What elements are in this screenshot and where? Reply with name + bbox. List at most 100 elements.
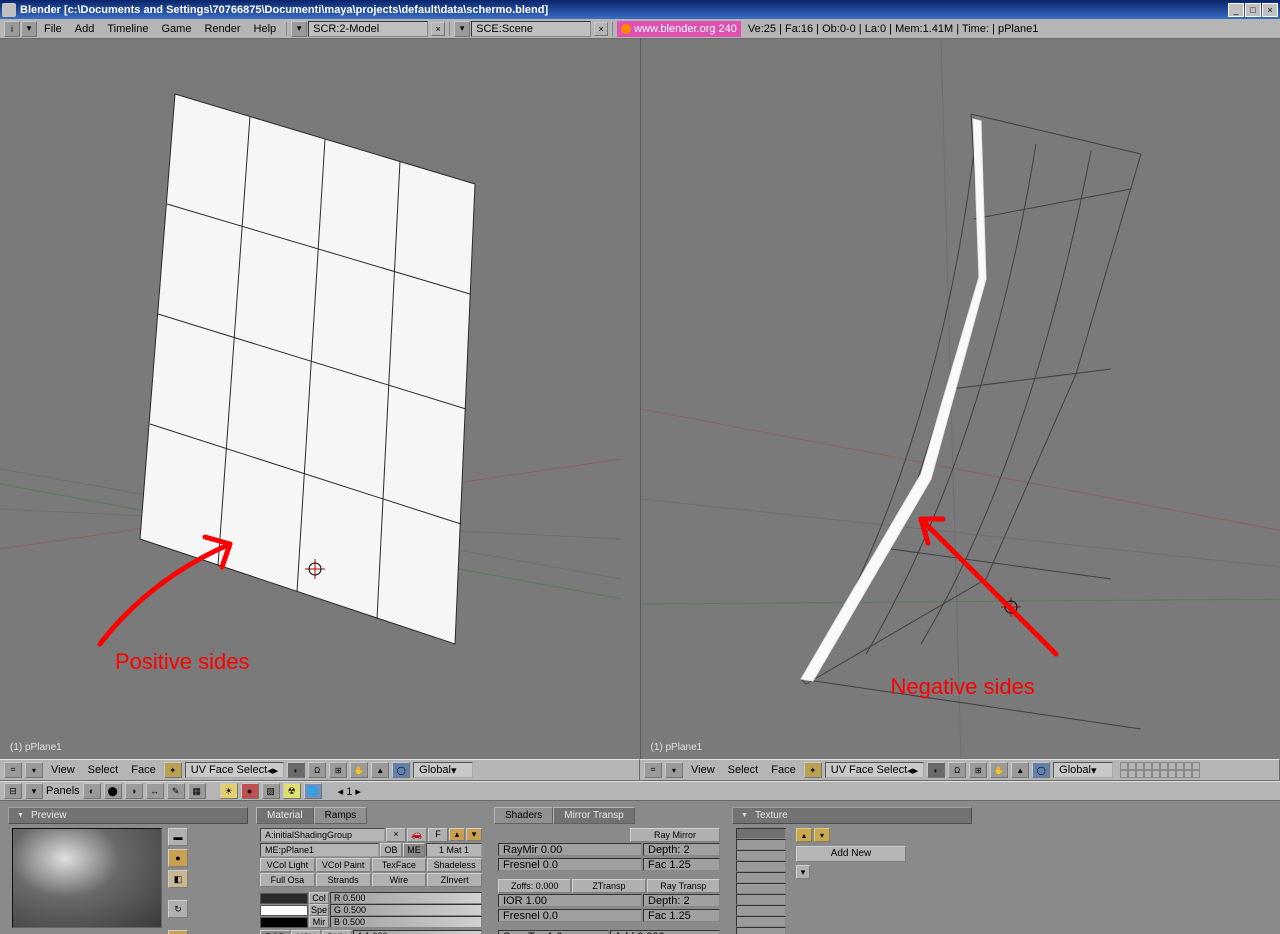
preview-osa-button[interactable]: ☀	[168, 930, 188, 934]
manipulator-rotate-icon[interactable]: ◯	[392, 762, 410, 778]
info-icon[interactable]: i	[4, 21, 20, 37]
chevron-down-icon[interactable]: ▾	[25, 762, 43, 778]
vcol-light-button[interactable]: VCol Light	[260, 858, 315, 872]
tab-mirror-transp[interactable]: Mirror Transp	[553, 807, 634, 824]
mat-count[interactable]: 1 Mat 1	[426, 843, 482, 857]
mode-icon[interactable]: ✦	[804, 762, 822, 778]
spe-button[interactable]: Spe	[309, 904, 329, 916]
texture-slot[interactable]	[736, 828, 786, 839]
tab-ramps[interactable]: Ramps	[314, 807, 368, 824]
raymir-slider[interactable]: RayMir 0.00	[498, 843, 642, 856]
pivot-icon[interactable]: Ω	[308, 762, 326, 778]
rgb-mode-button[interactable]: RGB	[260, 930, 290, 934]
raytransp-button[interactable]: Ray Transp	[647, 879, 720, 893]
alpha-slider[interactable]: A 1.000	[353, 930, 482, 934]
depth2-field[interactable]: Depth: 2	[643, 894, 720, 907]
subcontext-material-icon[interactable]: ●	[241, 783, 259, 799]
scene-selector[interactable]: SCE:Scene	[471, 21, 591, 37]
g-slider[interactable]: G 0.500	[330, 904, 482, 916]
manipulator-move-icon[interactable]: ▲	[371, 762, 389, 778]
chevron-down-icon[interactable]: ▾	[665, 762, 683, 778]
menu-add[interactable]: Add	[69, 21, 101, 37]
hand-icon[interactable]: ✋	[350, 762, 368, 778]
editor-type-icon[interactable]: ⌗	[4, 762, 22, 778]
context-edit-icon[interactable]: ✎	[167, 783, 185, 799]
texture-slot[interactable]	[736, 861, 786, 872]
tex-down-icon[interactable]: ▾	[814, 828, 830, 842]
hsv-mode-button[interactable]: HSV	[291, 930, 321, 934]
preview-cube-button[interactable]: ◧	[168, 870, 188, 888]
b-slider[interactable]: B 0.500	[330, 916, 482, 928]
editor-type-icon[interactable]: ⌗	[644, 762, 662, 778]
subcontext-lamp-icon[interactable]: ☀	[220, 783, 238, 799]
fresnel2-slider[interactable]: Fresnel 0.0	[498, 909, 642, 922]
vp-menu-view[interactable]: View	[686, 762, 720, 778]
manipulator-move-icon[interactable]: ▲	[1011, 762, 1029, 778]
ob-button[interactable]: OB	[380, 843, 402, 857]
scene-delete-button[interactable]: ×	[594, 22, 608, 36]
me-button[interactable]: ME	[403, 843, 425, 857]
preview-sphere-button[interactable]: ●	[168, 849, 188, 867]
layer-buttons[interactable]	[1120, 762, 1200, 778]
viewport-left[interactable]: Positive sides (1) pPlane1	[0, 39, 641, 759]
blender-link[interactable]: www.blender.org 240	[617, 21, 741, 37]
zinvert-button[interactable]: ZInvert	[427, 873, 482, 887]
screen-browse-icon[interactable]: ▾	[291, 21, 307, 37]
screen-delete-button[interactable]: ×	[431, 22, 445, 36]
menu-timeline[interactable]: Timeline	[101, 21, 154, 37]
ray-mirror-button[interactable]: Ray Mirror	[630, 828, 720, 842]
manipulator-rotate-icon[interactable]: ◯	[1032, 762, 1050, 778]
mesh-field[interactable]: ME:pPlane1	[260, 843, 379, 857]
panel-texture-header[interactable]: Texture	[732, 807, 972, 824]
wire-button[interactable]: Wire	[372, 873, 427, 887]
texture-slot[interactable]	[736, 850, 786, 861]
ztransp-button[interactable]: ZTransp	[572, 879, 645, 893]
texface-button[interactable]: TexFace	[372, 858, 427, 872]
vcol-paint-button[interactable]: VCol Paint	[316, 858, 371, 872]
texture-slot[interactable]	[736, 927, 786, 934]
preview-flat-button[interactable]: ▬	[168, 828, 188, 846]
orientation-selector[interactable]: Global▾	[413, 762, 473, 778]
buttons-window-icon[interactable]: ⊟	[4, 783, 22, 799]
vp-menu-face[interactable]: Face	[126, 762, 160, 778]
dyn-mode-button[interactable]: DYN	[322, 930, 352, 934]
fac2-slider[interactable]: Fac 1.25	[643, 909, 720, 922]
orientation-selector[interactable]: Global▾	[1053, 762, 1113, 778]
mir-swatch[interactable]	[260, 917, 308, 928]
vp-menu-select[interactable]: Select	[83, 762, 124, 778]
vp-menu-face[interactable]: Face	[766, 762, 800, 778]
mir-button[interactable]: Mir	[309, 916, 329, 928]
col-swatch[interactable]	[260, 893, 308, 904]
scene-browse-icon[interactable]: ▾	[454, 21, 470, 37]
texture-slot[interactable]	[736, 872, 786, 883]
mode-selector[interactable]: UV Face Select◂▸	[825, 762, 924, 778]
subcontext-radiosity-icon[interactable]: ☢	[283, 783, 301, 799]
menu-help[interactable]: Help	[248, 21, 283, 37]
pivot-icon[interactable]: Ω	[948, 762, 966, 778]
sg-f-button[interactable]: F	[428, 828, 448, 842]
add-new-texture-button[interactable]: Add New	[796, 846, 906, 862]
sg-x-button[interactable]: ×	[386, 828, 406, 842]
texture-slot[interactable]	[736, 894, 786, 905]
panel-preview-header[interactable]: Preview	[8, 807, 248, 824]
fresnel1-slider[interactable]: Fresnel 0.0	[498, 858, 642, 871]
tex-clear-button[interactable]: ▾	[796, 865, 810, 879]
ior-slider[interactable]: IOR 1.00	[498, 894, 642, 907]
close-button[interactable]: ×	[1262, 3, 1278, 17]
context-scene-icon[interactable]: ▦	[188, 783, 206, 799]
texture-slot[interactable]	[736, 839, 786, 850]
minimize-button[interactable]: _	[1228, 3, 1244, 17]
chevron-down-icon[interactable]: ▾	[25, 783, 43, 799]
sg-car-button[interactable]: 🚗	[407, 828, 427, 842]
sg-nav-up-icon[interactable]: ▴	[449, 828, 465, 841]
tex-up-icon[interactable]: ▴	[796, 828, 812, 842]
context-shading-icon[interactable]: ◑	[125, 783, 143, 799]
maximize-button[interactable]: □	[1245, 3, 1261, 17]
mode-selector[interactable]: UV Face Select◂▸	[185, 762, 284, 778]
col-button[interactable]: Col	[309, 892, 329, 904]
context-logic-icon[interactable]: ◐	[83, 783, 101, 799]
texture-slot[interactable]	[736, 905, 786, 916]
widget-icon[interactable]: ⊞	[969, 762, 987, 778]
vp-menu-view[interactable]: View	[46, 762, 80, 778]
widget-icon[interactable]: ⊞	[329, 762, 347, 778]
